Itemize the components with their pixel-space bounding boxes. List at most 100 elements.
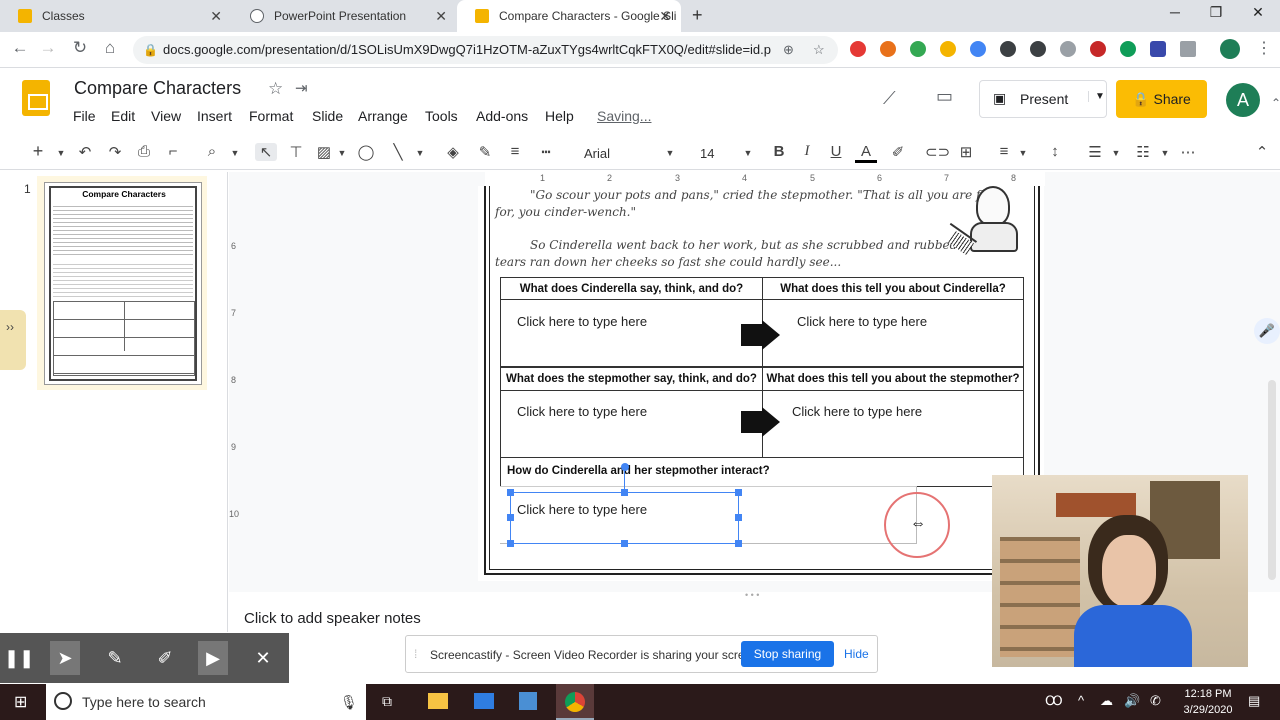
chevron-down-icon[interactable]: ▼ [331,148,353,158]
extension-icon[interactable] [910,41,926,57]
cloud-icon[interactable]: ☁ [1100,693,1113,709]
windows-icon[interactable]: ⊞ [14,692,27,712]
chevron-down-icon[interactable]: ▼ [409,148,431,158]
highlighter-icon[interactable]: ✐ [150,641,180,675]
chevron-up-icon[interactable]: ^ [1078,693,1084,708]
star-icon[interactable]: ☆ [268,79,283,99]
text-color-icon[interactable]: A [855,143,877,163]
pen-icon[interactable]: ✎ [100,641,130,675]
avatar[interactable]: A [1226,83,1260,117]
border-dash-icon[interactable]: ┅ [535,143,557,161]
volume-icon[interactable]: 🔊 [1124,693,1140,709]
taskbar-search[interactable]: Type here to search 🎙 [46,684,366,720]
extension-icon[interactable] [940,41,956,57]
hide-button[interactable]: Hide [844,647,869,661]
move-folder-icon[interactable]: ⇥ [295,79,308,97]
menu-arrange[interactable]: Arrange [358,108,408,124]
resize-handle[interactable] [621,540,628,547]
more-vert-icon[interactable]: ⋮ [1256,38,1272,58]
maximize-icon[interactable]: ❐ [1196,4,1236,21]
border-weight-icon[interactable]: ≡ [504,143,526,160]
text-placeholder[interactable]: Click here to type here [792,404,922,419]
bookmark-star-icon[interactable]: ☆ [813,36,825,64]
microphone-extension-icon[interactable] [970,41,986,57]
resize-handle[interactable] [735,489,742,496]
home-icon[interactable]: ⌂ [98,38,122,58]
mail-icon[interactable] [474,693,494,709]
line-icon[interactable]: ╲ [387,143,409,161]
zoom-icon[interactable]: ⊕ [783,36,794,64]
resize-handle[interactable] [735,514,742,521]
zoom-icon[interactable]: ⌕ [201,143,223,160]
extension-icon[interactable] [880,41,896,57]
chevron-down-icon[interactable]: ▼ [737,148,759,158]
extension-icon[interactable] [1120,41,1136,57]
scrollbar[interactable] [1268,380,1276,580]
profile-avatar[interactable] [1220,39,1240,59]
tab-classes[interactable]: Classes ✕ [0,0,232,32]
link-icon[interactable]: ⊂⊃ [925,143,950,161]
slides-logo[interactable] [22,80,50,116]
share-button[interactable]: 🔒 Share [1116,80,1207,118]
menu-format[interactable]: Format [249,108,293,124]
close-icon[interactable]: ✕ [248,641,278,675]
highlight-icon[interactable]: ✐ [887,143,909,161]
menu-tools[interactable]: Tools [425,108,458,124]
menu-file[interactable]: File [73,108,96,124]
chevron-up-icon[interactable]: ⌃ [1251,143,1273,161]
new-slide-icon[interactable]: + [27,141,49,162]
table-cell[interactable] [500,390,763,458]
text-placeholder[interactable]: Click here to type here [517,314,647,329]
text-placeholder[interactable]: Click here to type here [517,404,647,419]
line-spacing-icon[interactable]: ↕ [1044,143,1066,160]
selected-text-box[interactable] [510,492,739,544]
comment-icon[interactable]: ▭ [936,86,953,107]
menu-view[interactable]: View [151,108,181,124]
undo-icon[interactable]: ↶ [74,143,96,161]
close-window-icon[interactable]: ✕ [1238,4,1278,21]
italic-icon[interactable]: I [796,143,818,160]
resize-handle[interactable] [735,540,742,547]
url-field[interactable]: 🔒 docs.google.com/presentation/d/1SOLisU… [133,36,838,64]
resize-handle[interactable] [507,489,514,496]
bulleted-list-icon[interactable]: ☷ [1132,143,1154,161]
numbered-list-icon[interactable]: ☰ [1084,143,1106,161]
drag-handle-icon[interactable]: • • • [745,590,759,600]
activity-icon[interactable]: ⟋ [883,88,896,109]
resize-handle[interactable] [507,514,514,521]
close-icon[interactable]: ✕ [435,8,447,25]
menu-slide[interactable]: Slide [312,108,343,124]
rotate-handle[interactable] [621,463,629,471]
back-icon[interactable]: ← [8,38,32,58]
save-status[interactable]: Saving... [597,108,651,124]
border-color-icon[interactable]: ✎ [474,143,496,161]
underline-icon[interactable]: U [825,143,847,160]
pause-icon[interactable]: ❚❚ [4,641,34,675]
menu-addons[interactable]: Add-ons [476,108,528,124]
resize-handle[interactable] [507,540,514,547]
new-tab-icon[interactable]: + [692,5,703,26]
more-icon[interactable]: ⋯ [1177,143,1199,161]
resize-handle[interactable] [621,489,628,496]
cursor-tool-icon[interactable]: ➤ [50,641,80,675]
reload-icon[interactable]: ↻ [68,38,92,58]
extension-icon[interactable] [1060,41,1076,57]
close-icon[interactable]: ✕ [210,8,222,25]
table-cell[interactable] [762,299,1024,367]
sidebar-toggle[interactable]: ›› [0,310,26,370]
tab-compare-characters[interactable]: Compare Characters - Google Sli ✕ [457,0,681,32]
stop-sharing-button[interactable]: Stop sharing [741,641,834,667]
microphone-icon[interactable]: 🎙 [340,684,358,720]
extension-icon[interactable] [1090,41,1106,57]
redo-icon[interactable]: ↷ [104,143,126,161]
chevron-down-icon[interactable]: ▼ [1154,148,1176,158]
menu-edit[interactable]: Edit [111,108,135,124]
text-placeholder[interactable]: Click here to type here [517,502,647,517]
forward-icon[interactable]: → [36,38,60,58]
shield-extension-icon[interactable] [1000,41,1016,57]
horizontal-ruler[interactable]: 1 2 3 4 5 6 7 8 [485,172,1045,186]
paint-format-icon[interactable]: ⌐ [162,143,184,160]
chrome-taskbar-button[interactable] [556,684,594,720]
apps-icon[interactable] [1180,41,1196,57]
add-comment-icon[interactable]: ⊞ [955,143,977,161]
